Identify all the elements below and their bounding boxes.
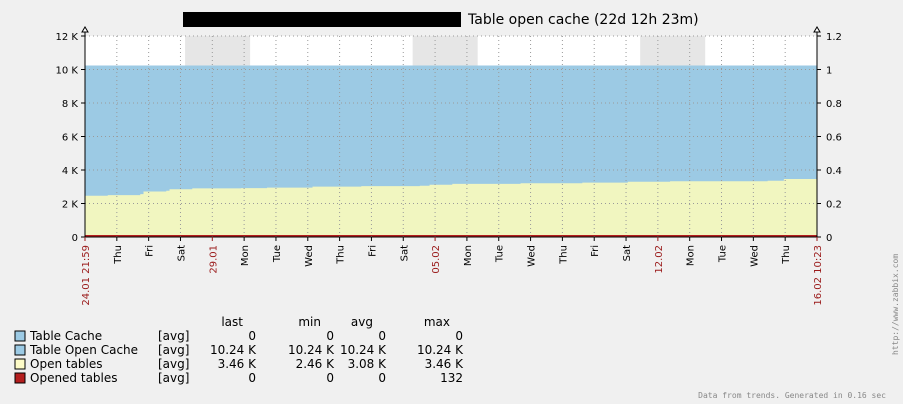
legend-series-func: [avg]	[158, 343, 189, 357]
legend-value-min: 0	[326, 371, 334, 385]
x-tick-label: Thu	[781, 245, 792, 265]
y-tick-label-right: 0.6	[826, 133, 842, 144]
y-tick-label-left: 8 K	[62, 99, 79, 110]
legend-value-last: 0	[248, 329, 256, 343]
y-tick-label-right: 0.2	[826, 200, 842, 211]
x-tick-label: Wed	[527, 245, 538, 267]
x-tick-label: Fri	[590, 245, 601, 257]
legend-swatch	[14, 358, 26, 370]
x-tick-label: Tue	[718, 245, 729, 263]
y-tick-label-left: 10 K	[56, 66, 79, 77]
legend-series-name: Opened tables	[30, 371, 118, 385]
x-tick-label: Wed	[749, 245, 760, 267]
x-tick-label: Thu	[336, 245, 347, 265]
x-tick-label: Sat	[176, 245, 187, 261]
footer-note: Data from trends. Generated in 0.16 sec	[698, 391, 886, 400]
legend-value-avg: 3.08 K	[348, 357, 388, 371]
x-tick-label: Tue	[495, 245, 506, 263]
x-tick-label: 12.02	[654, 245, 665, 274]
y-tick-label-left: 12 K	[56, 32, 79, 43]
legend-value-last: 3.46 K	[218, 357, 258, 371]
legend-value-last: 10.24 K	[210, 343, 257, 357]
x-tick-label: Fri	[367, 245, 378, 257]
y-tick-label-right: 1.2	[826, 32, 842, 43]
legend-value-min: 0	[326, 329, 334, 343]
y-tick-label-left: 6 K	[62, 133, 79, 144]
graph-title: Table open cache (22d 12h 23m)	[467, 12, 699, 28]
x-tick-label: Fri	[145, 245, 156, 257]
legend-header-max: max	[424, 315, 450, 329]
y-tick-label-right: 0.4	[826, 166, 842, 177]
y-tick-label-left: 0	[72, 233, 78, 244]
y-tick-label-right: 1	[826, 66, 832, 77]
x-tick-label: 29.01	[208, 245, 219, 274]
x-tick-label: Sat	[399, 245, 410, 261]
legend-value-avg: 0	[378, 371, 386, 385]
y-tick-label-left: 2 K	[62, 200, 79, 211]
legend-value-min: 2.46 K	[296, 357, 336, 371]
y-tick-label-right: 0.8	[826, 99, 842, 110]
legend-series-name: Table Open Cache	[29, 343, 138, 357]
x-tick-label: Thu	[113, 245, 124, 265]
x-tick-label: 24.01 21:59	[81, 245, 92, 306]
legend-value-max: 3.46 K	[425, 357, 465, 371]
legend-swatch	[14, 330, 26, 342]
legend-value-max: 0	[455, 329, 463, 343]
x-tick-label: Mon	[686, 245, 697, 266]
legend-series-func: [avg]	[158, 371, 189, 385]
x-tick-label: Wed	[304, 245, 315, 267]
legend-value-min: 10.24 K	[288, 343, 335, 357]
legend-value-avg: 10.24 K	[340, 343, 387, 357]
legend-value-avg: 0	[378, 329, 386, 343]
legend-header-min: min	[298, 315, 321, 329]
x-tick-label: Sat	[622, 245, 633, 261]
x-tick-label: 16.02 10:23	[813, 245, 824, 306]
x-tick-label: Tue	[272, 245, 283, 263]
legend-header-last: last	[221, 315, 243, 329]
zabbix-watermark: http://www.zabbix.com	[891, 254, 900, 355]
x-tick-label: Mon	[463, 245, 474, 266]
legend-value-max: 10.24 K	[417, 343, 464, 357]
legend-series-name: Open tables	[30, 357, 103, 371]
redacted-host-name	[183, 12, 461, 27]
legend-swatch	[14, 344, 26, 356]
legend-value-last: 0	[248, 371, 256, 385]
x-tick-label: Thu	[558, 245, 569, 265]
graph-canvas: Table open cache (22d 12h 23m) 0 2 K 4 K 6 …	[0, 0, 903, 404]
y-tick-label-right: 0	[826, 233, 832, 244]
y-tick-label-left: 4 K	[62, 166, 79, 177]
legend-series-func: [avg]	[158, 357, 189, 371]
legend-header-avg: avg	[351, 315, 373, 329]
legend-value-max: 132	[440, 371, 463, 385]
x-tick-label: 05.02	[431, 245, 442, 274]
legend-series-func: [avg]	[158, 329, 189, 343]
x-tick-label: Mon	[240, 245, 251, 266]
legend-series-name: Table Cache	[29, 329, 102, 343]
legend-swatch	[14, 372, 26, 384]
